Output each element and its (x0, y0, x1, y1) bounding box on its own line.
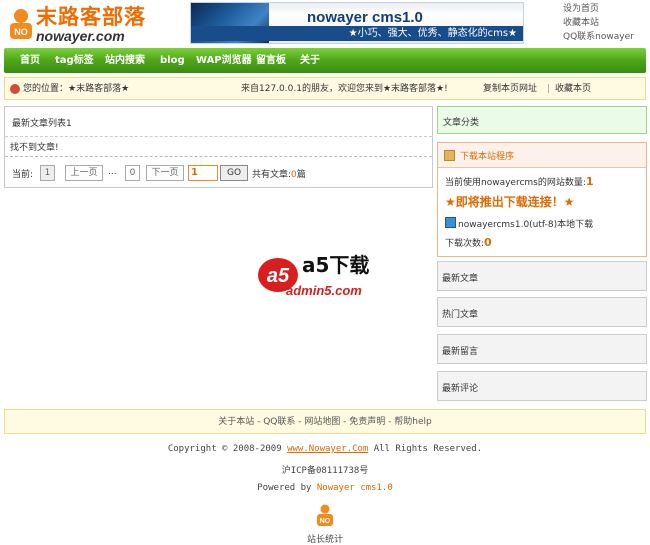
location-flag-icon (10, 84, 20, 94)
site-count-line: 当前使用nowayercms的网站数量:1 (445, 175, 594, 188)
logo-mascot-icon: NO (10, 9, 32, 39)
powered-line: Powered by Nowayer cms1.0 (0, 483, 650, 493)
download-title: 下载本站程序 (460, 152, 515, 162)
latest-messages-title[interactable]: 最新留言 (442, 344, 478, 357)
nav-item-guestbook[interactable]: 留言板 (256, 48, 286, 73)
header: NO 末路客部落 nowayer.com nowayer cms1.0 ★小巧、… (0, 0, 650, 48)
logo-domain: nowayer.com (36, 28, 125, 44)
bookmark-page-link[interactable]: 收藏本页 (555, 78, 591, 100)
copyright-suffix: All Rights Reserved. (368, 444, 483, 454)
total-unit: 篇 (296, 170, 306, 180)
page-number-input[interactable]: 1 (188, 165, 218, 181)
powered-name[interactable]: Nowayer cms1.0 (317, 483, 393, 493)
article-list-box: 最新文章列表1 找不到文章! 当前: 1 上一页 ... 0 下一页 1 GO … (4, 106, 433, 188)
latest-comments-title[interactable]: 最新评论 (442, 381, 478, 394)
go-button[interactable]: GO (220, 165, 248, 181)
next-page-button[interactable]: 下一页 (146, 165, 184, 181)
banner-subtitle: ★小巧、强大、优秀、静态化的cms★ (191, 26, 523, 41)
folder-icon (444, 150, 455, 161)
latest-comments-box: 最新评论 (437, 371, 647, 401)
total-label: 共有文章: (252, 170, 292, 180)
breadcrumb: 您的位置：★末路客部落★ (23, 84, 130, 94)
last-page-button[interactable]: 0 (125, 165, 140, 181)
total-articles: 共有文章:0篇 (252, 167, 306, 180)
site-logo[interactable]: NO 末路客部落 nowayer.com (8, 4, 148, 44)
a5-watermark-logo: a5 a5下载 admin5.com (258, 253, 369, 298)
bookmark-site-link[interactable]: 收藏本站 (563, 16, 634, 30)
download-box: 下载本站程序 当前使用nowayercms的网站数量:1 ★即将推出下载连接！★… (437, 142, 647, 257)
nav-item-search[interactable]: 站内搜索 (105, 48, 145, 73)
latest-articles-box: 最新文章 (437, 261, 647, 291)
nav-item-tags[interactable]: tag标签 (55, 48, 94, 73)
copyright-link[interactable]: www.Nowayer.Com (287, 444, 368, 454)
footer-mascot-icon: NO (317, 504, 333, 526)
hot-articles-title[interactable]: 热门文章 (442, 307, 478, 320)
download-box-header: 下载本站程序 (438, 143, 646, 168)
category-title[interactable]: 文章分类 (443, 115, 479, 128)
prev-page-button[interactable]: 上一页 (65, 165, 103, 181)
article-list-title: 最新文章列表1 (12, 119, 72, 129)
copy-url-link[interactable]: 复制本页网址 (483, 78, 537, 100)
footer-links[interactable]: 关于本站 - QQ联系 - 网站地图 - 免责声明 - 帮助help (4, 409, 646, 434)
download-count-line: 下载次数:0 (445, 236, 492, 249)
powered-prefix: Powered by (257, 483, 317, 493)
qq-contact-link[interactable]: QQ联系nowayer (563, 30, 634, 44)
empty-message: 找不到文章! (10, 143, 59, 153)
local-download-link[interactable]: nowayercms1.0(utf-8)本地下载 (458, 217, 593, 230)
current-page-button[interactable]: 1 (40, 165, 55, 181)
svg-text:NO: NO (14, 27, 28, 37)
divider (5, 136, 432, 137)
logo-title: 末路客部落 (36, 4, 146, 29)
nav-item-blog[interactable]: blog (160, 48, 185, 73)
crumb-separator: | (547, 84, 551, 94)
banner-title: nowayer cms1.0 (307, 9, 423, 26)
site-count-value: 1 (585, 175, 594, 188)
set-homepage-link[interactable]: 设为首页 (563, 2, 634, 16)
hot-articles-box: 热门文章 (437, 297, 647, 327)
nav-item-wap[interactable]: WAP浏览器 (196, 48, 252, 73)
category-box: 文章分类 (437, 106, 647, 134)
latest-articles-title[interactable]: 最新文章 (442, 271, 478, 284)
watermark-domain-text: admin5.com (286, 283, 362, 298)
download-count-label: 下载次数: (445, 239, 485, 249)
pager-ellipsis: ... (108, 167, 117, 177)
download-announce: ★即将推出下载连接！★ (445, 195, 575, 209)
welcome-text: 来自127.0.0.1的朋友，欢迎您来到★末路客部落★! (241, 84, 448, 94)
top-links: 设为首页 收藏本站 QQ联系nowayer (563, 2, 634, 44)
main-nav: 首页 tag标签 站内搜索 blog WAP浏览器 留言板 关于 (4, 48, 646, 73)
site-stats-link[interactable]: 站长统计 (0, 532, 650, 545)
header-banner[interactable]: nowayer cms1.0 ★小巧、强大、优秀、静态化的cms★ (190, 2, 524, 44)
site-count-label: 当前使用nowayercms的网站数量: (445, 178, 586, 188)
icp-line[interactable]: 沪ICP备08111738号 (0, 463, 650, 476)
copyright-prefix: Copyright © 2008-2009 (167, 444, 288, 454)
breadcrumb-bar: 您的位置：★末路客部落★ 来自127.0.0.1的朋友，欢迎您来到★末路客部落★… (4, 77, 646, 100)
latest-messages-box: 最新留言 (437, 334, 647, 364)
copyright-line: Copyright © 2008-2009 www.Nowayer.Com Al… (0, 444, 650, 454)
file-icon (445, 217, 456, 228)
download-count-value: 0 (484, 236, 492, 249)
nav-item-about[interactable]: 关于 (300, 48, 320, 73)
watermark-brand-text: a5下载 (302, 253, 369, 277)
nav-item-home[interactable]: 首页 (20, 48, 40, 73)
svg-text:NO: NO (320, 518, 331, 525)
divider (5, 156, 432, 157)
pager-label: 当前: (12, 170, 34, 180)
